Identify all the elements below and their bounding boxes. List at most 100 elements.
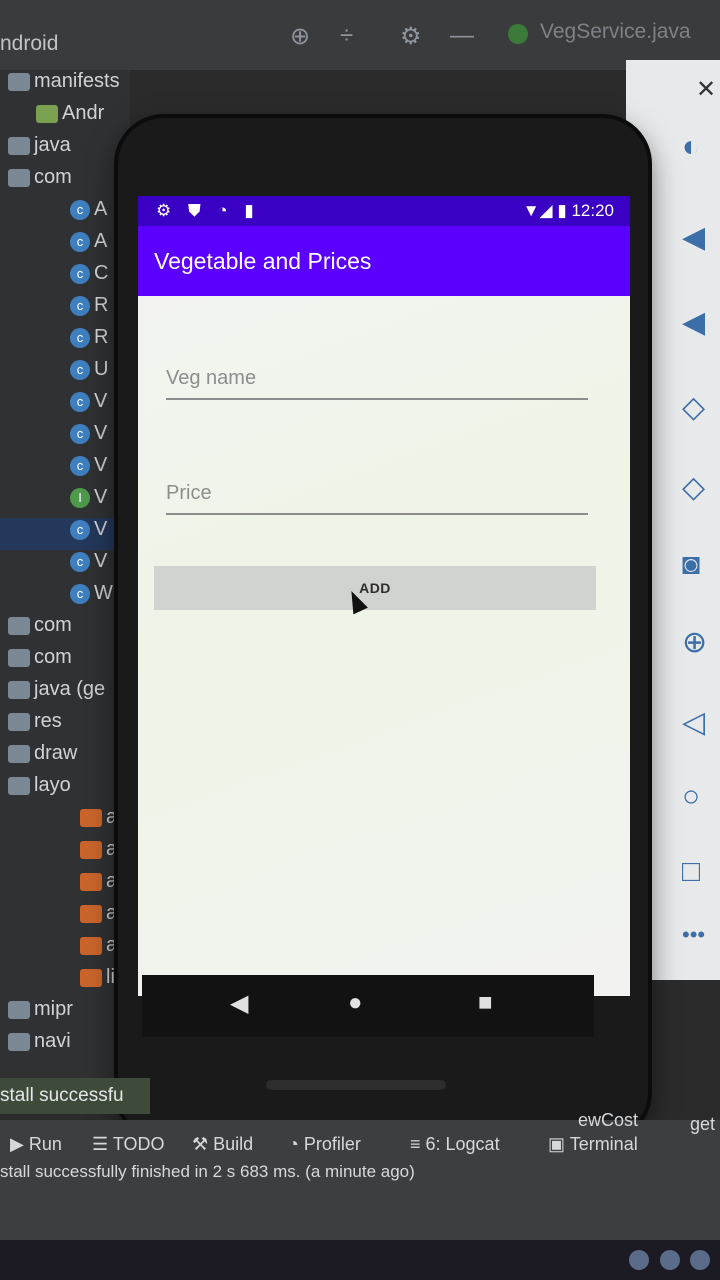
tab-profiler[interactable]: ◔ Profiler (288, 1134, 361, 1155)
camera-icon[interactable]: ◙ (682, 548, 700, 582)
folder-icon (8, 712, 30, 731)
xml-file-icon (80, 968, 102, 987)
tab-build[interactable]: ⚒ Build (192, 1134, 253, 1155)
class-icon: c (70, 519, 90, 540)
tree-item-label: V (94, 390, 108, 412)
tree-item[interactable]: manifests (0, 70, 138, 102)
tab-terminal-label: Terminal (569, 1134, 638, 1154)
class-icon: c (70, 263, 90, 284)
back-icon[interactable]: ◁ (682, 705, 705, 740)
taskbar-app-icon[interactable] (629, 1250, 650, 1270)
app-content: ADD (138, 296, 630, 996)
rotate-left-icon[interactable]: ◇ (682, 390, 705, 425)
veg-name-input[interactable] (166, 358, 588, 398)
tree-item-label: java (34, 134, 71, 156)
app-bar: Vegetable and Prices (138, 226, 630, 296)
tree-item-label: com (34, 614, 72, 636)
tree-item-label: A (94, 198, 108, 220)
device-screen: ⚙ ⛊ ◔ ▮ ▼◢ ▮ 12:20 Vegetable and Prices … (138, 196, 630, 996)
locate-icon[interactable]: ⊕ (290, 22, 310, 51)
tab-todo-label: TODO (112, 1134, 165, 1154)
class-icon: c (70, 423, 90, 444)
desk-background (0, 1240, 720, 1280)
tree-item-label: navi (34, 1030, 71, 1052)
device-speaker (266, 1080, 446, 1090)
tab-run[interactable]: ▶ Run (10, 1134, 62, 1155)
tree-item-label: a (106, 838, 118, 860)
volume-down-icon[interactable]: ◀ (682, 305, 705, 340)
folder-icon (8, 616, 30, 635)
status-icons: ⚙ ⛊ ◔ ▮ (156, 201, 260, 220)
volume-up-icon[interactable]: ◀ (682, 220, 705, 255)
price-input[interactable] (166, 473, 588, 513)
tree-item-label: li (106, 966, 115, 988)
status-message: stall successfully finished in 2 s 683 m… (0, 1162, 415, 1181)
folder-icon (8, 744, 30, 763)
class-icon: c (70, 199, 90, 220)
collapse-icon[interactable]: ÷ (340, 22, 353, 50)
project-tree: manifests Andr java com c Ac Ac Cc Rc Rc Uc Vc Vc V I V… (0, 70, 200, 1100)
tree-item-label: draw (34, 742, 78, 764)
status-bar: ⚙ ⛊ ◔ ▮ ▼◢ ▮ 12:20 (138, 196, 630, 226)
tree-item-label: V (94, 422, 108, 444)
battery-icon: ▮ (557, 201, 567, 220)
nav-home-icon[interactable]: ● (348, 989, 363, 1017)
class-icon: c (70, 295, 90, 316)
wifi-icon: ▼◢ (522, 201, 553, 220)
tab-logcat[interactable]: ≡ 6: Logcat (410, 1134, 500, 1155)
project-view-selector[interactable]: ndroid (0, 32, 58, 56)
file-status-icon (508, 24, 528, 44)
tree-item-label: java (ge (34, 678, 106, 700)
xml-file-icon (80, 936, 102, 955)
tree-item-label: a (106, 934, 118, 956)
home-icon[interactable]: ○ (682, 780, 700, 814)
power-icon[interactable]: ◐ (682, 130, 700, 164)
tree-item-label: com (34, 646, 72, 668)
breadcrumb-method[interactable]: ewCost (578, 1110, 638, 1131)
nav-back-icon[interactable]: ◀ (230, 989, 248, 1018)
class-icon: c (70, 359, 90, 380)
tree-item-label: A (94, 230, 108, 252)
tree-item-label: U (94, 358, 109, 380)
editor-tab-vegservice[interactable]: VegService.java (540, 20, 691, 44)
class-icon: c (70, 231, 90, 252)
tab-profiler-label: Profiler (303, 1134, 361, 1154)
folder-icon (8, 1032, 30, 1051)
folder-icon (8, 136, 30, 155)
interface-icon: I (70, 487, 90, 508)
tab-todo[interactable]: ☰ TODO (92, 1134, 164, 1155)
folder-icon (8, 72, 30, 91)
tree-item-label: V (94, 486, 108, 508)
tree-item-label: V (94, 550, 108, 572)
tab-run-label: Run (28, 1134, 62, 1154)
overview-icon[interactable]: □ (682, 855, 700, 889)
close-icon[interactable]: ✕ (696, 75, 716, 104)
zoom-icon[interactable]: ⊕ (682, 625, 707, 660)
xml-file-icon (80, 808, 102, 827)
taskbar-app-icon[interactable] (690, 1250, 710, 1270)
taskbar-app-icon[interactable] (659, 1250, 680, 1270)
folder-icon (8, 648, 30, 667)
tree-item-label: V (94, 518, 108, 540)
tab-terminal[interactable]: ▣ Terminal (548, 1134, 638, 1155)
breadcrumb-get[interactable]: get (690, 1114, 715, 1135)
device-nav-bar: ◀ ● ■ (142, 975, 594, 1037)
tree-item-label: layo (34, 774, 71, 796)
gear-icon[interactable]: ⚙ (400, 22, 422, 51)
class-icon: c (70, 455, 90, 476)
nav-recents-icon[interactable]: ■ (478, 989, 493, 1017)
taskbar-icons (623, 1240, 710, 1280)
tree-item-label: a (106, 870, 118, 892)
more-icon[interactable]: ••• (682, 922, 705, 948)
class-icon: c (70, 327, 90, 348)
hide-icon[interactable]: — (450, 22, 474, 50)
tree-item-label: W (94, 582, 113, 604)
add-button[interactable]: ADD (154, 566, 596, 610)
tree-item-label: res (34, 710, 62, 732)
rotate-right-icon[interactable]: ◇ (682, 470, 705, 505)
tree-item-label: com (34, 166, 72, 188)
clock: 12:20 (571, 201, 614, 220)
tree-item-label: R (94, 294, 109, 316)
xml-file-icon (80, 872, 102, 891)
tree-item-label: a (106, 902, 118, 924)
